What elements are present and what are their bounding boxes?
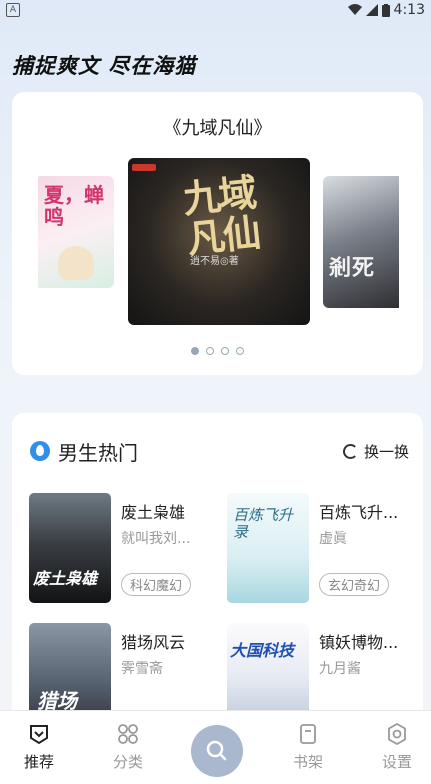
section-header: 男生热门 换一换 [30, 437, 409, 465]
tab-label: 书架 [292, 753, 323, 771]
carousel-cover-prev[interactable]: 夏，蝉鸣 [38, 176, 114, 288]
cover-title-text: 剎死 [329, 256, 376, 281]
tab-bookshelf[interactable]: 书架 [278, 723, 338, 772]
status-bar: A 4:13 [0, 0, 431, 22]
tab-label: 推荐 [23, 753, 54, 771]
signal-icon [365, 4, 378, 16]
book-author: 虚眞 [319, 531, 347, 547]
battery-icon [381, 3, 390, 17]
pagination-dot[interactable] [206, 347, 214, 355]
carousel-pagination [12, 347, 423, 355]
carousel-cover-active[interactable]: 九域凡仙 逍不易◎著 [128, 158, 310, 325]
refresh-label: 换一换 [363, 442, 409, 461]
tab-label: 设置 [381, 753, 412, 771]
bookshelf-icon [300, 724, 316, 744]
book-author: 九月酱 [319, 661, 361, 677]
cover-title-text: 夏，蝉鸣 [44, 183, 104, 229]
book-title[interactable]: 猎场风云 [121, 629, 185, 653]
book-cover[interactable]: 废土枭雄 [29, 493, 111, 603]
cover-author-text: 逍不易◎著 [190, 256, 239, 267]
tab-label: 分类 [112, 753, 143, 771]
recommend-icon [30, 725, 48, 745]
app-slogan: 捕捉爽文 尽在海猫 [12, 54, 197, 78]
book-title[interactable]: 镇妖博物... [319, 629, 398, 653]
carousel-cover-next[interactable]: 剎死 [323, 176, 399, 308]
cover-title-text: 大国科技 [230, 641, 295, 660]
book-item[interactable]: 废土枭雄 废土枭雄 就叫我刘... 科幻魔幻 [29, 493, 219, 608]
settings-icon [388, 723, 406, 745]
featured-carousel[interactable]: 《九域凡仙》 夏，蝉鸣 九域凡仙 逍不易◎著 剎死 [12, 92, 423, 375]
status-time: 4:13 [393, 2, 425, 18]
cover-title-text: 九域凡仙 [180, 170, 262, 262]
book-genre-tag[interactable]: 科幻魔幻 [121, 573, 192, 596]
bottom-tab-bar: 推荐 分类 书架 设置 [0, 710, 431, 784]
status-indicators: 4:13 [347, 2, 425, 18]
book-genre-tag[interactable]: 玄幻奇幻 [319, 573, 390, 596]
featured-book-title[interactable]: 《九域凡仙》 [12, 114, 423, 140]
book-author: 就叫我刘... [121, 531, 191, 547]
search-button[interactable] [191, 725, 243, 777]
category-icon [118, 724, 138, 744]
book-title[interactable]: 废土枭雄 [121, 499, 185, 523]
cover-title-text: 百炼飞升录 [233, 506, 294, 541]
book-item[interactable]: 百炼飞升录 百炼飞升... 虚眞 玄幻奇幻 [227, 493, 417, 608]
book-author: 霁雪斋 [121, 661, 163, 677]
refresh-button[interactable]: 换一换 [342, 441, 409, 462]
book-cover[interactable]: 百炼飞升录 [227, 493, 309, 603]
pagination-dot[interactable] [221, 347, 229, 355]
tab-settings[interactable]: 设置 [367, 723, 427, 772]
publisher-badge [132, 164, 156, 171]
book-title[interactable]: 百炼飞升... [319, 499, 398, 523]
pagination-dot[interactable] [236, 347, 244, 355]
tab-recommend[interactable]: 推荐 [9, 723, 69, 772]
flame-icon [30, 441, 50, 461]
tab-category[interactable]: 分类 [98, 723, 158, 772]
section-title: 男生热门 [58, 440, 138, 465]
pagination-dot[interactable] [191, 347, 199, 355]
cover-title-text: 废土枭雄 [33, 569, 98, 588]
cover-illustration [58, 246, 94, 280]
wifi-icon [347, 4, 362, 15]
search-icon [206, 740, 227, 761]
notification-icon: A [6, 3, 20, 17]
hot-books-section: 男生热门 换一换 废土枭雄 废土枭雄 就叫我刘... 科幻魔幻 百炼飞升录 百炼… [12, 413, 423, 743]
refresh-icon [342, 443, 358, 459]
